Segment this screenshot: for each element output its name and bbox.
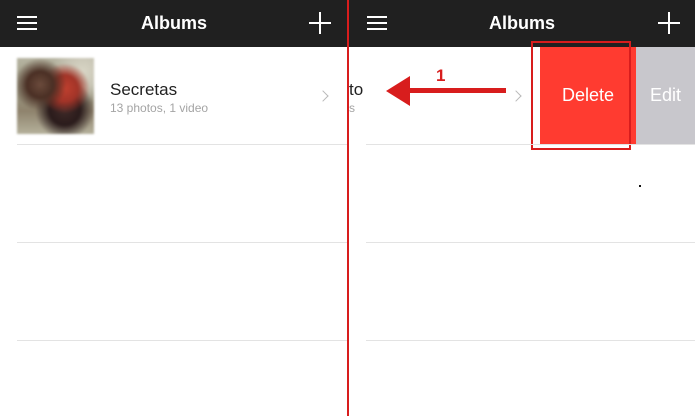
album-subtitle: 13 photos, 1 video (110, 101, 209, 115)
delete-highlight-box (531, 41, 631, 150)
navigation-bar: Albums (349, 0, 695, 47)
plus-icon[interactable] (309, 12, 331, 34)
page-title: Albums (488, 13, 555, 33)
arrow-shaft (406, 88, 506, 93)
row-divider (17, 144, 348, 145)
tutorial-screenshot: Albums Secretas 13 photos, 1 video Album… (0, 0, 695, 416)
stray-dot (639, 185, 641, 187)
row-divider (17, 340, 348, 341)
navigation-bar: Albums (0, 0, 348, 47)
plus-icon[interactable] (658, 12, 680, 34)
album-title: Secretas (110, 80, 178, 99)
left-screen: Albums Secretas 13 photos, 1 video (0, 0, 348, 416)
right-screen: Albums to s Delete Edit (349, 0, 695, 416)
album-subtitle-fragment: s (349, 101, 355, 115)
row-divider (366, 340, 695, 341)
row-divider (366, 242, 695, 243)
row-divider (366, 144, 695, 145)
blurred-photo-thumbnail (17, 58, 94, 134)
page-title: Albums (140, 13, 207, 33)
screen-separator (347, 0, 349, 416)
album-title-fragment: to (349, 80, 364, 99)
swipe-left-arrow-annotation: 1 (386, 66, 512, 110)
step-number: 1 (436, 66, 446, 85)
row-divider (17, 242, 348, 243)
album-list-item[interactable]: Secretas 13 photos, 1 video (0, 47, 348, 144)
edit-button[interactable]: Edit (636, 47, 695, 144)
